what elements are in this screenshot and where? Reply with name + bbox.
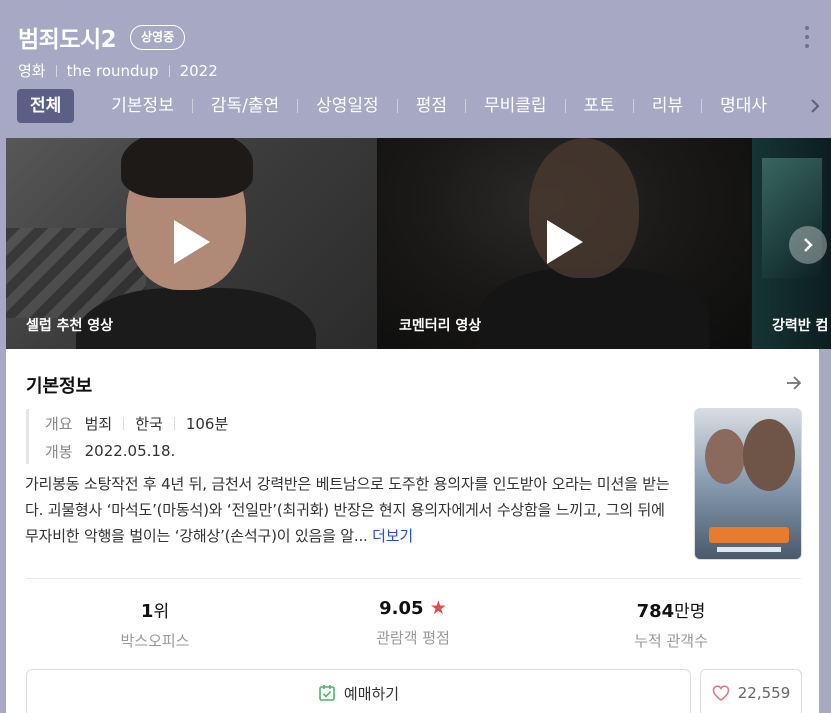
section-title: 기본정보 [26, 376, 93, 397]
release-date: 2022.05.18. [84, 442, 176, 460]
stat-audience: 784만명 누적 관객수 [542, 597, 800, 651]
tab-review[interactable]: 리뷰 [652, 89, 683, 123]
meta-divider [168, 64, 170, 77]
tab-bar: 전체 기본정보 감독/출연 상영일정 평점 무비클립 포토 리뷰 명대사 [17, 89, 767, 123]
tab-clips[interactable]: 무비클립 [484, 89, 547, 123]
tab-photo[interactable]: 포토 [584, 89, 615, 123]
video-caption: 코멘터리 영상 [399, 318, 482, 334]
tab-quotes[interactable]: 명대사 [720, 89, 767, 123]
stat-label: 누적 관객수 [634, 632, 708, 650]
boxoffice-unit: 위 [153, 602, 170, 622]
book-label: 예매하기 [343, 684, 400, 703]
like-count: 22,559 [737, 684, 791, 702]
poster-figure [705, 429, 745, 484]
fact-runtime: 106분 [185, 414, 229, 433]
synopsis: 가리봉동 소탕작전 후 4년 뒤, 금천서 강력반은 베트남으로 도주한 용의자… [25, 471, 677, 549]
video-caption: 강력반 컴 [772, 318, 829, 334]
tab-rating[interactable]: 평점 [416, 89, 447, 123]
tab-divider [297, 99, 299, 113]
tab-schedule[interactable]: 상영일정 [316, 89, 379, 123]
heart-icon [712, 685, 730, 701]
more-link[interactable]: 더보기 [372, 527, 413, 545]
status-badge: 상영중 [130, 25, 186, 50]
tab-cast[interactable]: 감독/출연 [211, 89, 279, 123]
movie-header: 범죄도시2 상영중 영화 the roundup 2022 전체 기본정보 감독… [0, 0, 831, 138]
stat-label: 관람객 평점 [376, 629, 450, 647]
rating-value: 9.05 [379, 598, 424, 619]
video-carousel: 셀럽 추천 영상 코멘터리 영상 강력반 컴 [6, 138, 831, 349]
stat-boxoffice: 1위 박스오피스 [26, 597, 284, 651]
meta-year: 2022 [179, 61, 218, 80]
play-icon[interactable] [174, 220, 210, 264]
more-options-icon[interactable] [800, 26, 814, 48]
star-icon: ★ [429, 597, 447, 619]
fact-label: 개봉 [45, 442, 73, 461]
fact-label: 개요 [45, 414, 73, 433]
book-button[interactable]: 예매하기 [26, 669, 691, 713]
like-button[interactable]: 22,559 [700, 669, 802, 713]
fact-release: 개봉 2022.05.18. [45, 437, 266, 465]
audience-count: 784 [636, 601, 675, 622]
carousel-next-button[interactable] [789, 226, 827, 264]
meta-english-title: the roundup [66, 61, 159, 80]
movie-title: 범죄도시2 [18, 27, 117, 53]
arrow-right-icon[interactable] [785, 374, 803, 392]
basic-info-panel: 기본정보 개요 범죄 한국 106분 개봉 2022.05.18. 가리봉동 소… [6, 349, 819, 713]
tab-all[interactable]: 전체 [17, 89, 75, 123]
video-caption: 셀럽 추천 영상 [26, 318, 114, 334]
fact-summary: 개요 범죄 한국 106분 [45, 409, 266, 437]
tab-divider [564, 99, 566, 113]
meta-divider [55, 64, 57, 77]
video-card[interactable]: 셀럽 추천 영상 [6, 138, 377, 349]
movie-poster[interactable] [694, 408, 802, 560]
thumbnail-figure [121, 138, 253, 198]
thumbnail-figure [479, 268, 709, 349]
fact-country: 한국 [135, 414, 163, 433]
chevron-right-icon [804, 238, 813, 252]
tab-basic-info[interactable]: 기본정보 [111, 89, 174, 123]
video-card[interactable]: 코멘터리 영상 [379, 138, 750, 349]
audience-unit: 만명 [674, 602, 706, 622]
fact-divider [173, 416, 175, 430]
synopsis-text: 가리봉동 소탕작전 후 4년 뒤, 금천서 강력반은 베트남으로 도주한 용의자… [25, 475, 670, 545]
calendar-check-icon [319, 685, 335, 701]
thumbnail-figure [529, 138, 639, 278]
section-divider [26, 578, 801, 579]
chevron-right-icon[interactable] [808, 97, 822, 115]
fact-divider [123, 416, 125, 430]
tab-divider [191, 99, 193, 113]
fact-genre: 범죄 [84, 414, 113, 433]
poster-logo [709, 527, 789, 543]
stat-rating: 9.05 ★ 관람객 평점 [284, 597, 542, 648]
tab-divider [632, 99, 634, 113]
tab-divider [701, 99, 703, 113]
poster-figure [743, 419, 795, 491]
boxoffice-rank: 1 [140, 601, 154, 622]
stat-label: 박스오피스 [120, 632, 190, 650]
movie-meta: 영화 the roundup 2022 [18, 60, 218, 81]
poster-subtitle [717, 547, 781, 552]
meta-type: 영화 [18, 62, 46, 80]
movie-stats: 1위 박스오피스 9.05 ★ 관람객 평점 784만명 누적 관객수 [26, 597, 801, 657]
tab-divider [464, 99, 466, 113]
tab-divider [396, 99, 398, 113]
movie-facts: 개요 범죄 한국 106분 개봉 2022.05.18. [26, 409, 266, 464]
play-icon[interactable] [547, 220, 583, 264]
